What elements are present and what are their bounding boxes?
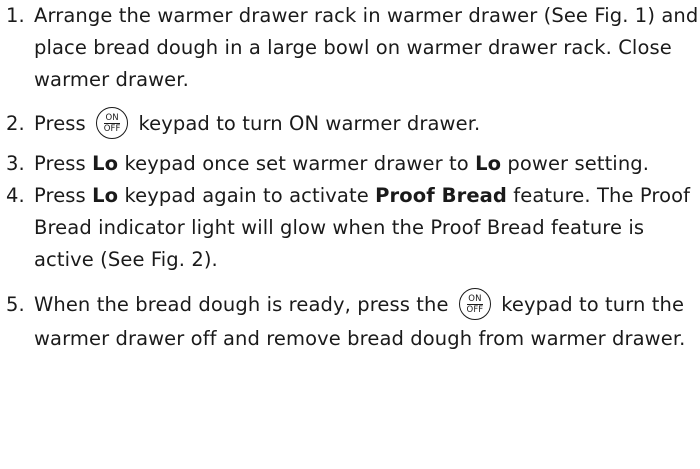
step-3: 3. Press Lo keypad once set warmer drawe… bbox=[6, 148, 700, 180]
step-text-part: keypad once set warmer drawer to bbox=[118, 152, 476, 175]
step-1: 1. Arrange the warmer drawer rack in war… bbox=[6, 0, 700, 96]
step-number: 3. bbox=[6, 152, 25, 175]
step-number: 2. bbox=[6, 112, 25, 135]
on-off-keypad-icon: ON OFF bbox=[96, 106, 129, 139]
step-text-part: power setting. bbox=[501, 152, 650, 175]
step-2: 2. Press ON OFF keypad to turn ON warmer… bbox=[6, 106, 700, 140]
step-text-part: keypad again to activate bbox=[118, 184, 376, 207]
step-text: Arrange the warmer drawer rack in warmer… bbox=[34, 4, 699, 91]
lo-keypad-label: Lo bbox=[92, 184, 119, 207]
step-text-part: Press bbox=[34, 184, 93, 207]
lo-keypad-label: Lo bbox=[92, 152, 119, 175]
step-number: 1. bbox=[6, 4, 25, 27]
step-text-pre: Press bbox=[34, 112, 86, 135]
step-text-pre: When the bread dough is ready, press the bbox=[34, 293, 449, 316]
step-number: 4. bbox=[6, 184, 25, 207]
step-4: 4. Press Lo keypad again to activate Pro… bbox=[6, 180, 700, 276]
step-5: 5. When the bread dough is ready, press … bbox=[6, 287, 700, 356]
keypad-on-label: ON bbox=[105, 112, 119, 123]
proof-bread-label: Proof Bread bbox=[375, 184, 507, 207]
keypad-on-label: ON bbox=[468, 293, 482, 304]
step-number: 5. bbox=[6, 293, 25, 316]
keypad-off-label: OFF bbox=[103, 123, 121, 134]
lo-setting-label: Lo bbox=[475, 152, 502, 175]
keypad-off-label: OFF bbox=[466, 304, 484, 315]
step-text-post: keypad to turn ON warmer drawer. bbox=[138, 112, 481, 135]
on-off-keypad-icon: ON OFF bbox=[458, 287, 491, 320]
instruction-steps: 1. Arrange the warmer drawer rack in war… bbox=[6, 0, 700, 356]
step-text-part: Press bbox=[34, 152, 93, 175]
